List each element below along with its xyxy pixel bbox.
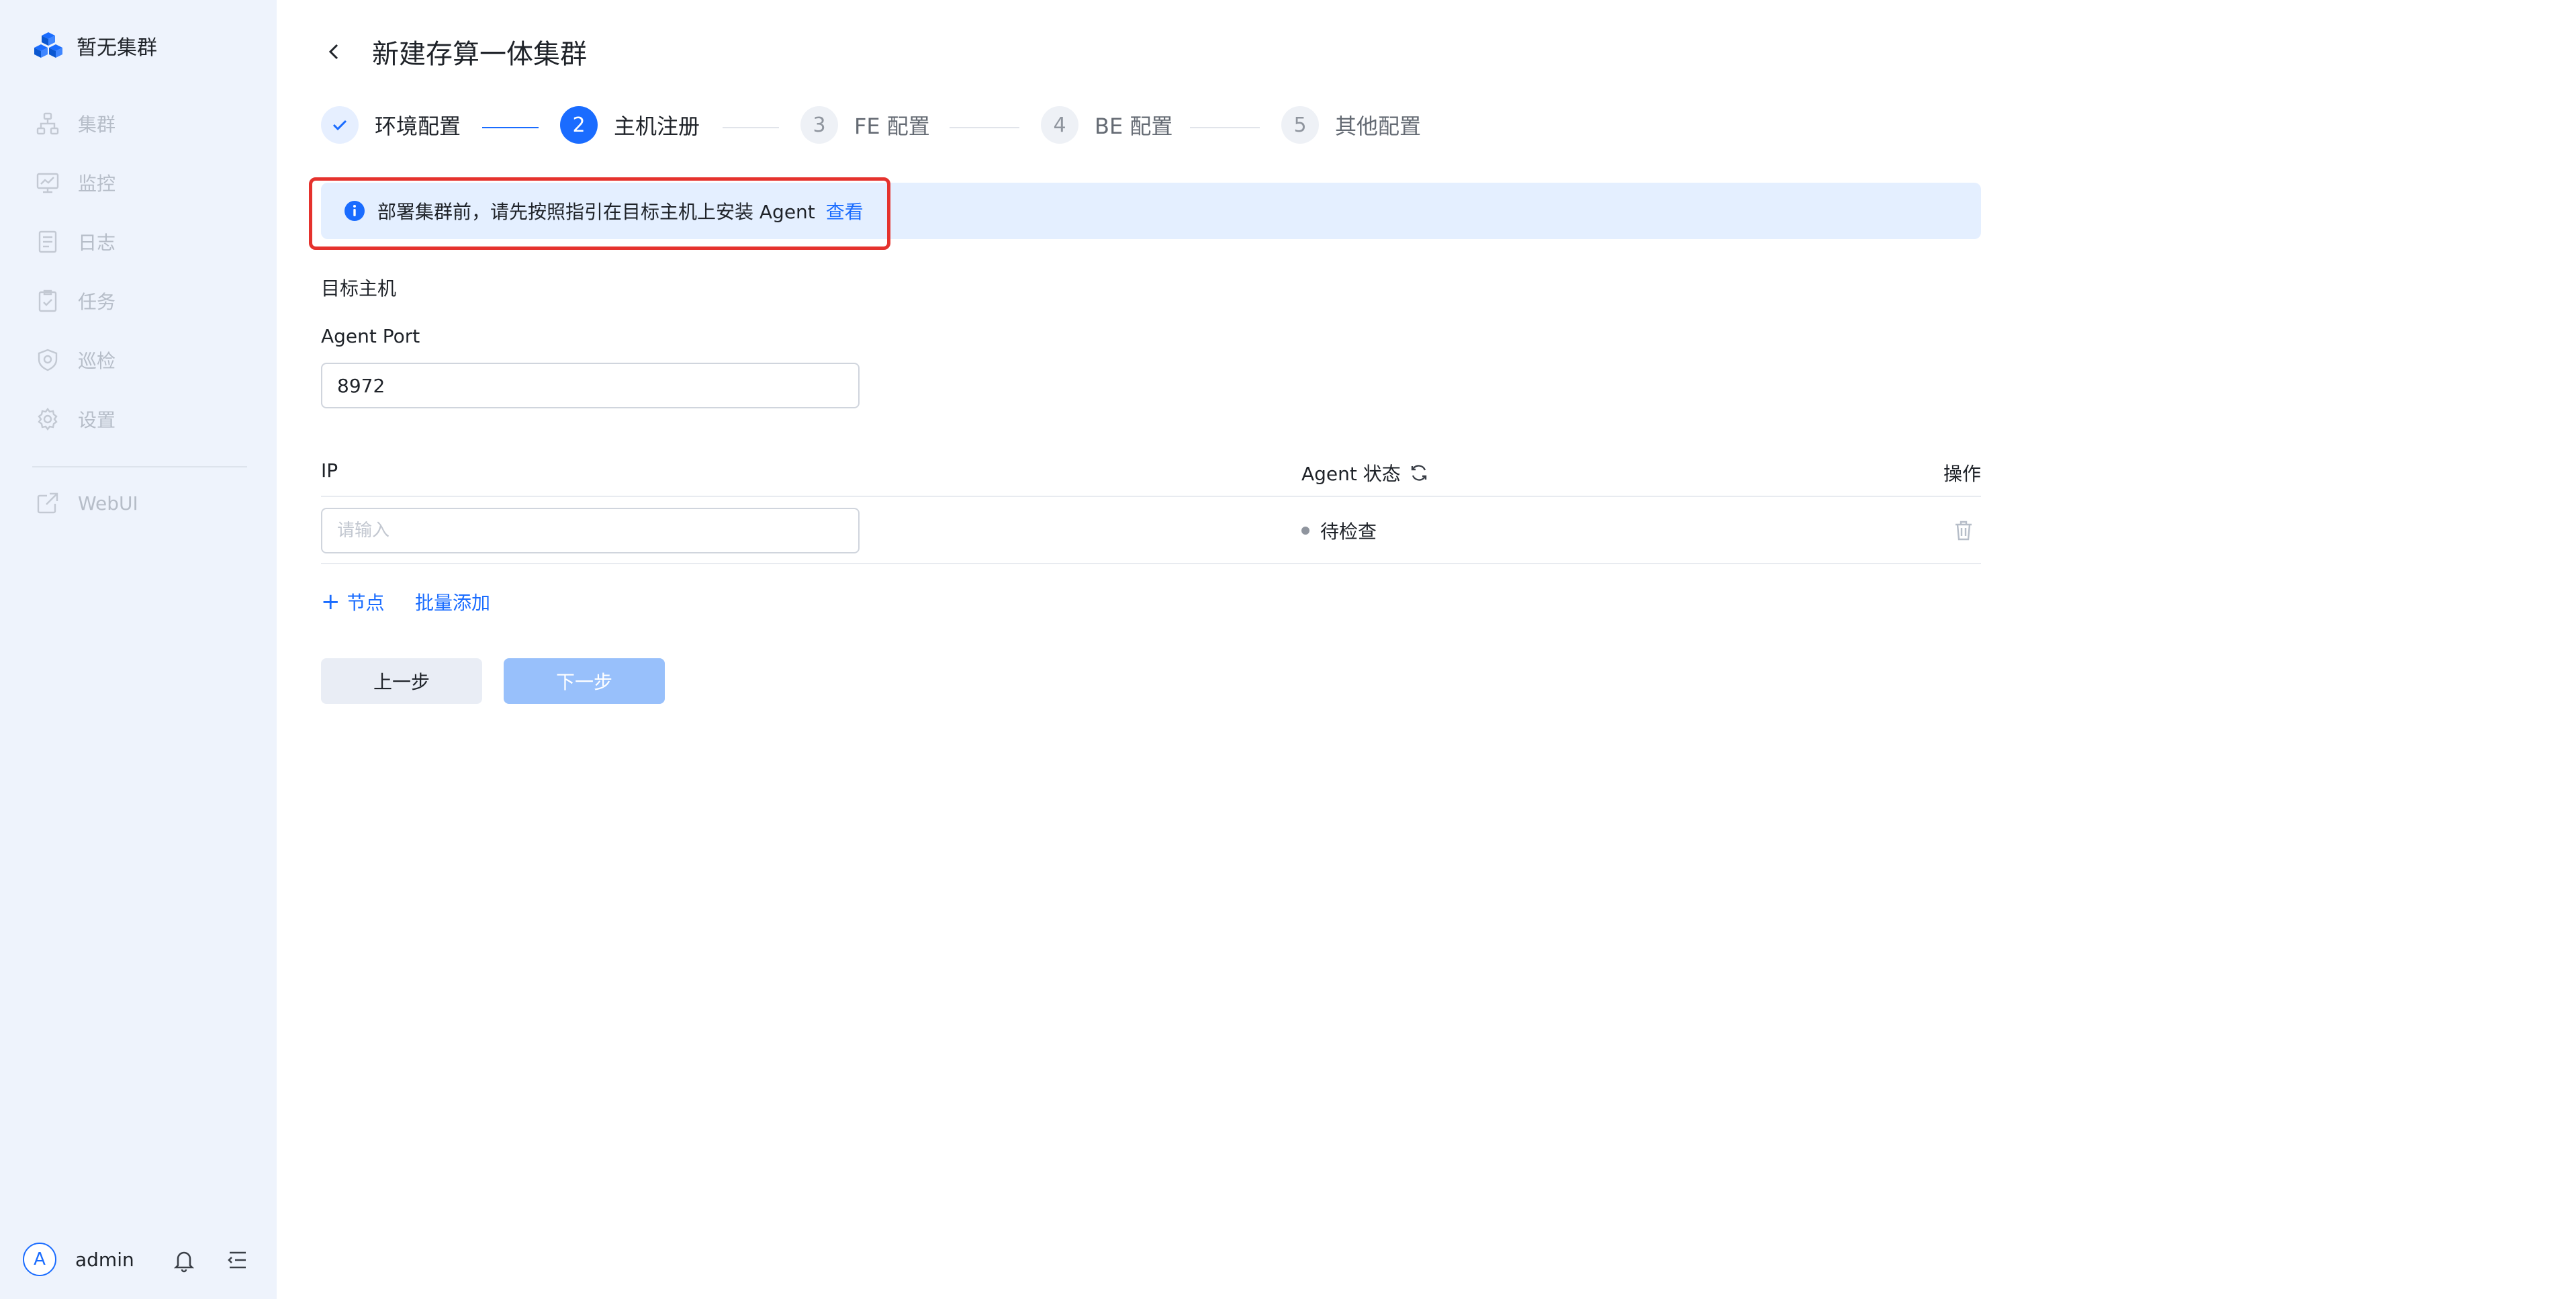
agent-status: 待检查	[1301, 517, 1377, 544]
step-number: 4	[1041, 106, 1078, 144]
sidebar-item-label: 设置	[78, 409, 116, 431]
table-row-divider	[321, 563, 1981, 564]
bell-icon[interactable]	[171, 1247, 197, 1273]
step-number: 3	[800, 106, 838, 144]
agent-port-input[interactable]	[321, 363, 860, 408]
sidebar-item-log[interactable]: 日志	[35, 228, 116, 255]
page-header: 新建存算一体集群	[321, 32, 587, 71]
collapse-menu-icon[interactable]	[224, 1247, 251, 1273]
sidebar-item-task[interactable]: 任务	[35, 287, 116, 314]
plus-icon: +	[321, 588, 340, 615]
brand-name: 暂无集群	[77, 36, 157, 60]
column-header-label: Agent 状态	[1301, 463, 1401, 485]
batch-add-button[interactable]: 批量添加	[415, 588, 490, 615]
sidebar-item-cluster[interactable]: 集群	[35, 110, 116, 137]
step-other-config: 5 其他配置	[1281, 106, 1421, 144]
step-host-register: 2 主机注册	[560, 106, 700, 144]
next-step-button[interactable]: 下一步	[504, 658, 665, 704]
status-dot	[1301, 527, 1309, 535]
task-icon	[38, 289, 57, 312]
inspection-icon	[38, 349, 58, 371]
ip-input[interactable]	[321, 508, 860, 553]
refresh-icon[interactable]	[1409, 463, 1429, 483]
external-link-icon	[37, 492, 58, 514]
step-be-config: 4 BE 配置	[1041, 106, 1172, 144]
sidebar-item-label: WebUI	[78, 492, 138, 514]
sidebar-item-label: 巡检	[78, 350, 116, 372]
status-text: 待检查	[1320, 521, 1377, 543]
step-label: 主机注册	[614, 114, 700, 139]
add-node-button[interactable]: + 节点	[321, 588, 385, 615]
sidebar-item-webui[interactable]: WebUI	[35, 490, 138, 516]
prev-step-button[interactable]: 上一步	[321, 658, 482, 704]
step-number: 2	[560, 106, 598, 144]
sidebar-item-inspection[interactable]: 巡检	[35, 347, 116, 373]
column-header-status: Agent 状态	[1301, 459, 1429, 486]
add-node-label: 节点	[347, 592, 385, 614]
highlight-box	[309, 177, 890, 250]
step-connector	[482, 127, 539, 128]
step-label: 环境配置	[375, 114, 461, 139]
step-label: FE 配置	[854, 114, 930, 139]
settings-icon	[38, 408, 58, 431]
step-fe-config: 3 FE 配置	[800, 106, 930, 144]
step-label: BE 配置	[1095, 114, 1173, 139]
sidebar-item-label: 集群	[78, 114, 116, 136]
cluster-icon	[36, 112, 59, 135]
agent-port-label: Agent Port	[321, 325, 420, 347]
sidebar-item-label: 监控	[78, 173, 116, 195]
avatar[interactable]: A	[23, 1243, 56, 1276]
chevron-left-icon[interactable]	[321, 38, 348, 65]
user-bar: A admin	[23, 1243, 246, 1276]
step-connector	[723, 127, 779, 128]
column-header-action: 操作	[1943, 463, 1982, 485]
trash-icon[interactable]	[1951, 519, 1976, 543]
step-environment: 环境配置	[321, 106, 461, 144]
sidebar: 暂无集群 集群 监控 日志 任务 巡检 设置 WebUI A admin	[0, 0, 277, 1299]
step-connector	[950, 127, 1019, 128]
page-title: 新建存算一体集群	[372, 39, 587, 70]
brand[interactable]: 暂无集群	[32, 30, 157, 62]
table-header-divider	[321, 496, 1981, 497]
check-icon	[321, 106, 359, 144]
step-number: 5	[1281, 106, 1319, 144]
log-icon	[38, 230, 57, 253]
cube-logo-icon	[34, 32, 62, 58]
step-label: 其他配置	[1335, 114, 1422, 139]
section-title: 目标主机	[321, 277, 397, 300]
sidebar-item-label: 日志	[78, 232, 116, 254]
monitor-icon	[36, 173, 59, 193]
username[interactable]: admin	[75, 1249, 134, 1271]
sidebar-item-monitor[interactable]: 监控	[35, 169, 116, 196]
sidebar-item-label: 任务	[78, 291, 116, 313]
step-connector	[1190, 127, 1260, 128]
column-header-ip: IP	[321, 459, 338, 482]
sidebar-item-settings[interactable]: 设置	[35, 406, 116, 433]
sidebar-divider	[32, 466, 247, 467]
